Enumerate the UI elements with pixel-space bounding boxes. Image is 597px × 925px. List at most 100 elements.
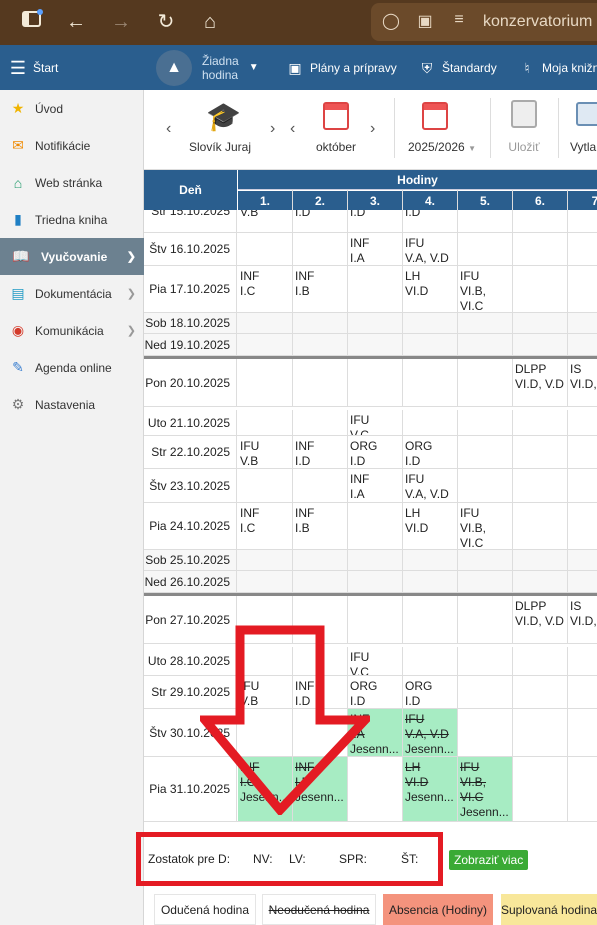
lesson-cell[interactable]: LH VI.D	[403, 266, 457, 312]
sidebar-item-nastavenia[interactable]: ⚙ Nastavenia	[0, 386, 144, 423]
lesson-cell[interactable]	[293, 571, 347, 592]
lesson-cell[interactable]	[458, 313, 512, 333]
lesson-cell[interactable]	[568, 233, 597, 265]
standards-menu[interactable]: ⛨ Štandardy	[418, 45, 497, 90]
lesson-cell[interactable]	[513, 266, 567, 312]
lesson-cell[interactable]	[403, 647, 457, 675]
lesson-cell[interactable]	[568, 709, 597, 756]
lesson-cell[interactable]	[293, 550, 347, 570]
lesson-cell[interactable]	[568, 757, 597, 821]
forward-icon[interactable]: →	[107, 8, 135, 36]
lesson-cell[interactable]	[238, 410, 292, 435]
lesson-cell[interactable]	[458, 571, 512, 592]
lesson-cell[interactable]	[403, 410, 457, 435]
lesson-cell[interactable]	[568, 436, 597, 468]
tab-view-icon[interactable]	[18, 8, 46, 36]
lesson-cell[interactable]: IFU V.C	[348, 410, 402, 435]
sidebar-item-komunikacia[interactable]: ◉ Komunikácia ❯	[0, 312, 144, 349]
lesson-cell[interactable]: DLPP VI.D, V.D	[513, 359, 567, 406]
lesson-cell[interactable]	[513, 233, 567, 265]
lesson-cell[interactable]	[458, 359, 512, 406]
lesson-cell[interactable]	[238, 550, 292, 570]
lesson-cell[interactable]: IFU VI.B, VI.C Jesenn...	[458, 757, 512, 821]
lesson-cell[interactable]	[458, 647, 512, 675]
lesson-cell[interactable]	[513, 647, 567, 675]
lesson-cell[interactable]: IS VI.D,	[568, 596, 597, 643]
lesson-cell[interactable]	[458, 436, 512, 468]
prev-month-icon[interactable]: ‹	[290, 120, 295, 138]
sidebar-item-notifikacie[interactable]: ✉ Notifikácie	[0, 127, 144, 164]
lesson-cell[interactable]	[568, 676, 597, 708]
print-button[interactable]: Vytla	[570, 98, 597, 162]
lesson-cell[interactable]: ORGI.D	[403, 436, 457, 468]
lesson-cell[interactable]	[458, 334, 512, 355]
lesson-cell[interactable]: LH VI.D Jesenn...	[403, 757, 457, 821]
lesson-cell[interactable]	[293, 233, 347, 265]
lesson-cell[interactable]	[513, 334, 567, 355]
sidebar-item-web[interactable]: ⌂ Web stránka	[0, 164, 144, 201]
home-icon[interactable]: ⌂	[196, 8, 224, 36]
current-hour-selector[interactable]: ▲ Žiadna hodina ▼	[156, 45, 259, 90]
lesson-cell[interactable]: IFU VI.B, VI.C	[458, 266, 512, 312]
lesson-cell[interactable]	[513, 436, 567, 468]
menu-button[interactable]: ☰ Štart	[9, 45, 58, 90]
next-teacher-icon[interactable]: ›	[270, 120, 275, 138]
address-bar[interactable]: ◯ ▣ ≡ konzervatorium	[371, 3, 597, 41]
lesson-cell[interactable]: IFU VI.B, VI.C	[458, 503, 512, 549]
lesson-cell[interactable]	[238, 469, 292, 502]
next-month-icon[interactable]: ›	[370, 120, 375, 138]
lesson-cell[interactable]	[513, 757, 567, 821]
lesson-cell[interactable]	[348, 550, 402, 570]
library-menu[interactable]: ♮ Moja knižn	[518, 45, 597, 90]
sidebar-item-vyucovanie[interactable]: 📖 Vyučovanie ❯	[0, 238, 144, 275]
lesson-cell[interactable]	[513, 503, 567, 549]
lesson-cell[interactable]	[238, 571, 292, 592]
lesson-cell[interactable]: INF I.B	[293, 266, 347, 312]
lesson-cell[interactable]: INF I.C	[238, 503, 292, 549]
lesson-cell[interactable]	[458, 469, 512, 502]
lesson-cell[interactable]	[403, 359, 457, 406]
lesson-cell[interactable]: IS VI.D,	[568, 359, 597, 406]
lesson-cell[interactable]	[568, 266, 597, 312]
lesson-cell[interactable]	[458, 550, 512, 570]
lesson-cell[interactable]	[403, 313, 457, 333]
lesson-cell[interactable]	[293, 334, 347, 355]
lesson-cell[interactable]	[348, 266, 402, 312]
lesson-cell[interactable]: DLPP VI.D, V.D	[513, 596, 567, 643]
sidebar-item-triedna-kniha[interactable]: ▮ Triedna kniha	[0, 201, 144, 238]
lesson-cell[interactable]	[568, 571, 597, 592]
lesson-cell[interactable]	[458, 233, 512, 265]
lock-icon[interactable]: ▣	[415, 11, 435, 31]
lesson-cell[interactable]: INF I.B	[293, 503, 347, 549]
lesson-cell[interactable]	[513, 709, 567, 756]
lesson-cell[interactable]: IFU V.A, V.D	[403, 233, 457, 265]
year-selector[interactable]: 2025/2026 ▼	[402, 98, 482, 162]
reload-icon[interactable]: ↻	[152, 8, 180, 36]
lesson-cell[interactable]	[568, 503, 597, 549]
lesson-cell[interactable]: INF I.A	[348, 233, 402, 265]
lesson-cell[interactable]	[403, 550, 457, 570]
lesson-cell[interactable]: INF I.A	[348, 469, 402, 502]
lesson-cell[interactable]	[293, 410, 347, 435]
lesson-cell[interactable]	[513, 676, 567, 708]
save-button[interactable]: Uložiť	[500, 98, 548, 162]
lesson-cell[interactable]	[293, 313, 347, 333]
lesson-cell[interactable]	[348, 571, 402, 592]
lesson-cell[interactable]	[458, 709, 512, 756]
lesson-cell[interactable]	[238, 359, 292, 406]
lesson-cell[interactable]	[513, 571, 567, 592]
sidebar-item-agenda[interactable]: ✎ Agenda online	[0, 349, 144, 386]
lesson-cell[interactable]	[238, 313, 292, 333]
lesson-cell[interactable]	[513, 469, 567, 502]
lesson-cell[interactable]	[568, 647, 597, 675]
lesson-cell[interactable]: ORGI.D	[403, 676, 457, 708]
lesson-cell[interactable]: ORGI.D	[348, 436, 402, 468]
back-icon[interactable]: ←	[62, 8, 90, 36]
month-selector[interactable]: október	[308, 98, 364, 162]
site-settings-icon[interactable]: ≡	[449, 11, 469, 29]
lesson-cell[interactable]	[348, 313, 402, 333]
lesson-cell[interactable]	[513, 313, 567, 333]
lesson-cell[interactable]	[513, 410, 567, 435]
lesson-cell[interactable]	[458, 596, 512, 643]
lesson-cell[interactable]	[568, 313, 597, 333]
